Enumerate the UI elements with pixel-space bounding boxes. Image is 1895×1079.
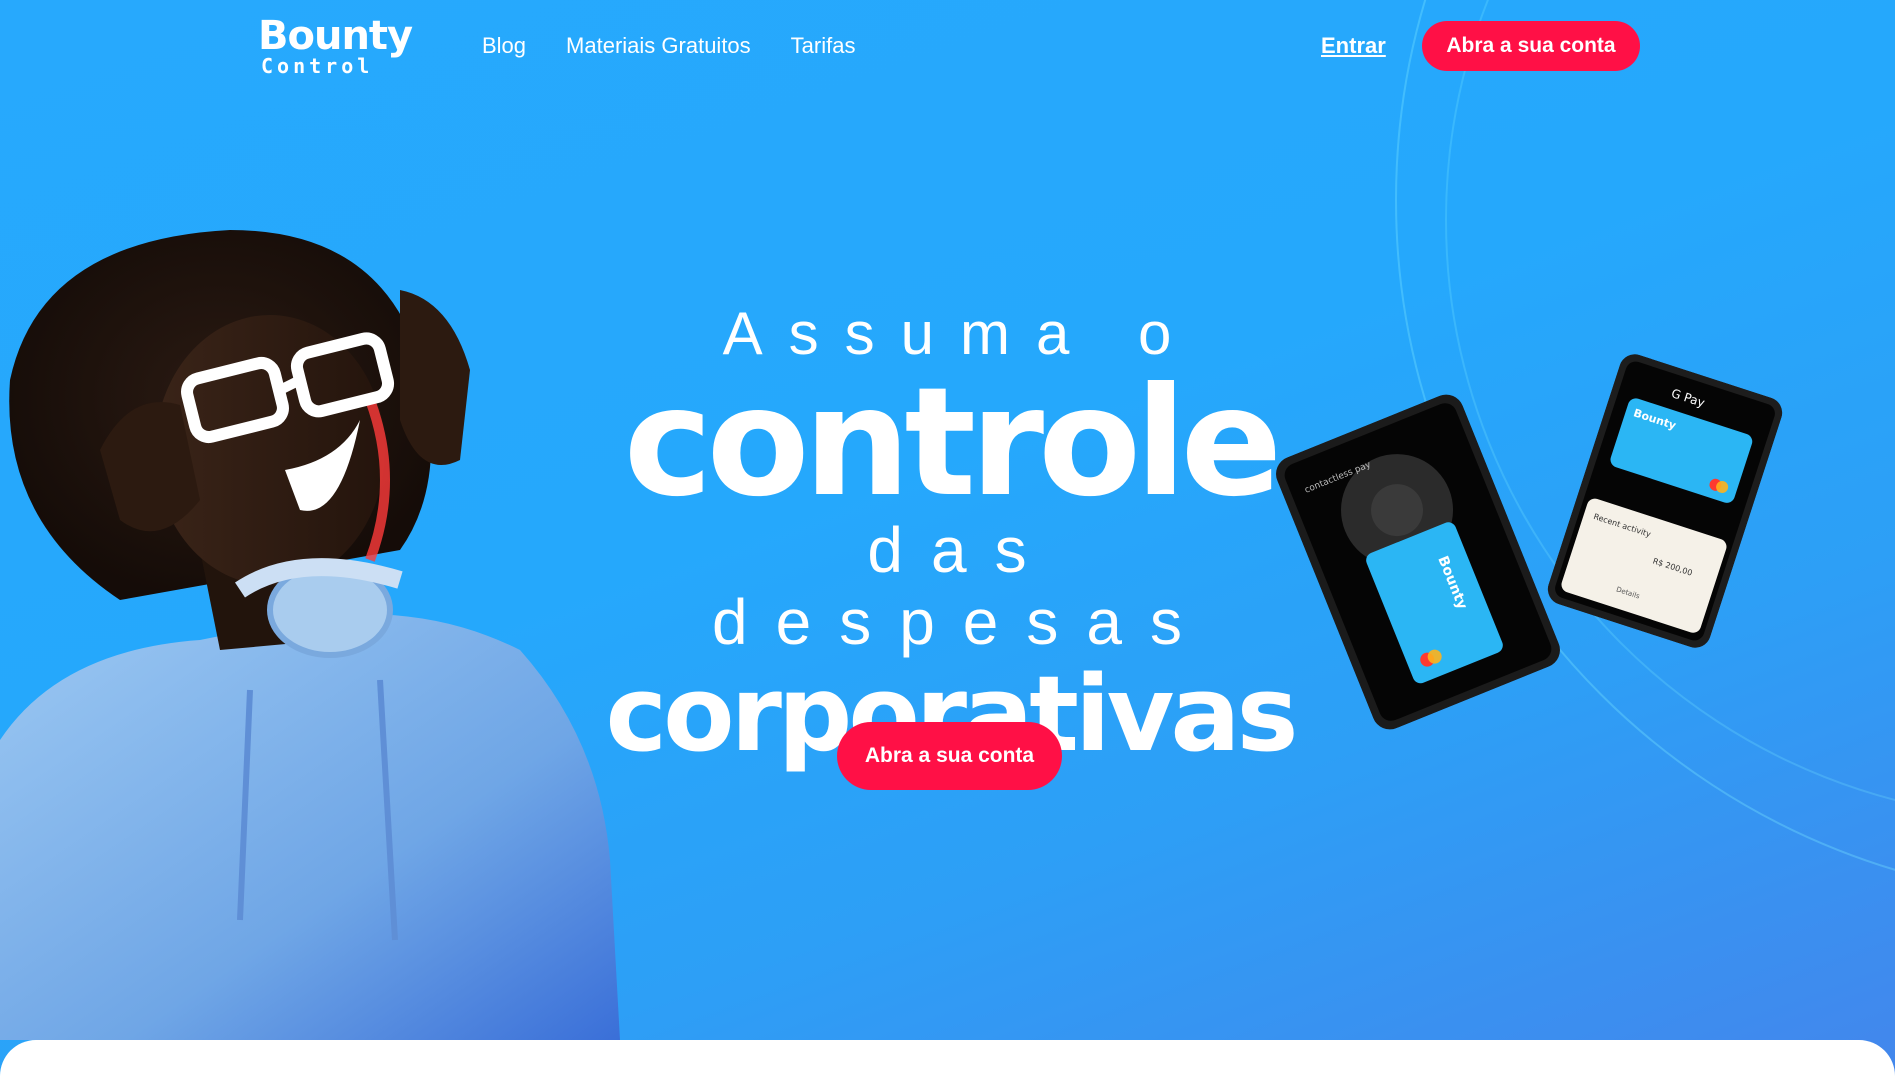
- hero-section: contactless pay Bounty G Pay Bounty Rece…: [0, 0, 1895, 1079]
- login-link[interactable]: Entrar: [1321, 33, 1386, 59]
- next-section-panel: [0, 1040, 1895, 1079]
- nav-links: Blog Materiais Gratuitos Tarifas: [482, 33, 855, 59]
- headline-line-3: das despesas: [712, 514, 1210, 658]
- open-account-nav-button[interactable]: Abra a sua conta: [1422, 21, 1640, 71]
- nav-link-blog[interactable]: Blog: [482, 33, 526, 59]
- headline-line-2: controle: [623, 356, 1283, 530]
- brand-logo[interactable]: Bounty Control: [258, 13, 413, 78]
- nav-link-free-materials[interactable]: Materiais Gratuitos: [566, 33, 751, 59]
- nav-link-fees[interactable]: Tarifas: [791, 33, 856, 59]
- logo-wordmark: Bounty: [258, 13, 413, 59]
- hero-headline: Assuma o controle das despesas corporati…: [600, 296, 1300, 770]
- open-account-hero-button[interactable]: Abra a sua conta: [837, 722, 1062, 790]
- top-navigation: Bounty Control Blog Materiais Gratuitos …: [0, 0, 1895, 92]
